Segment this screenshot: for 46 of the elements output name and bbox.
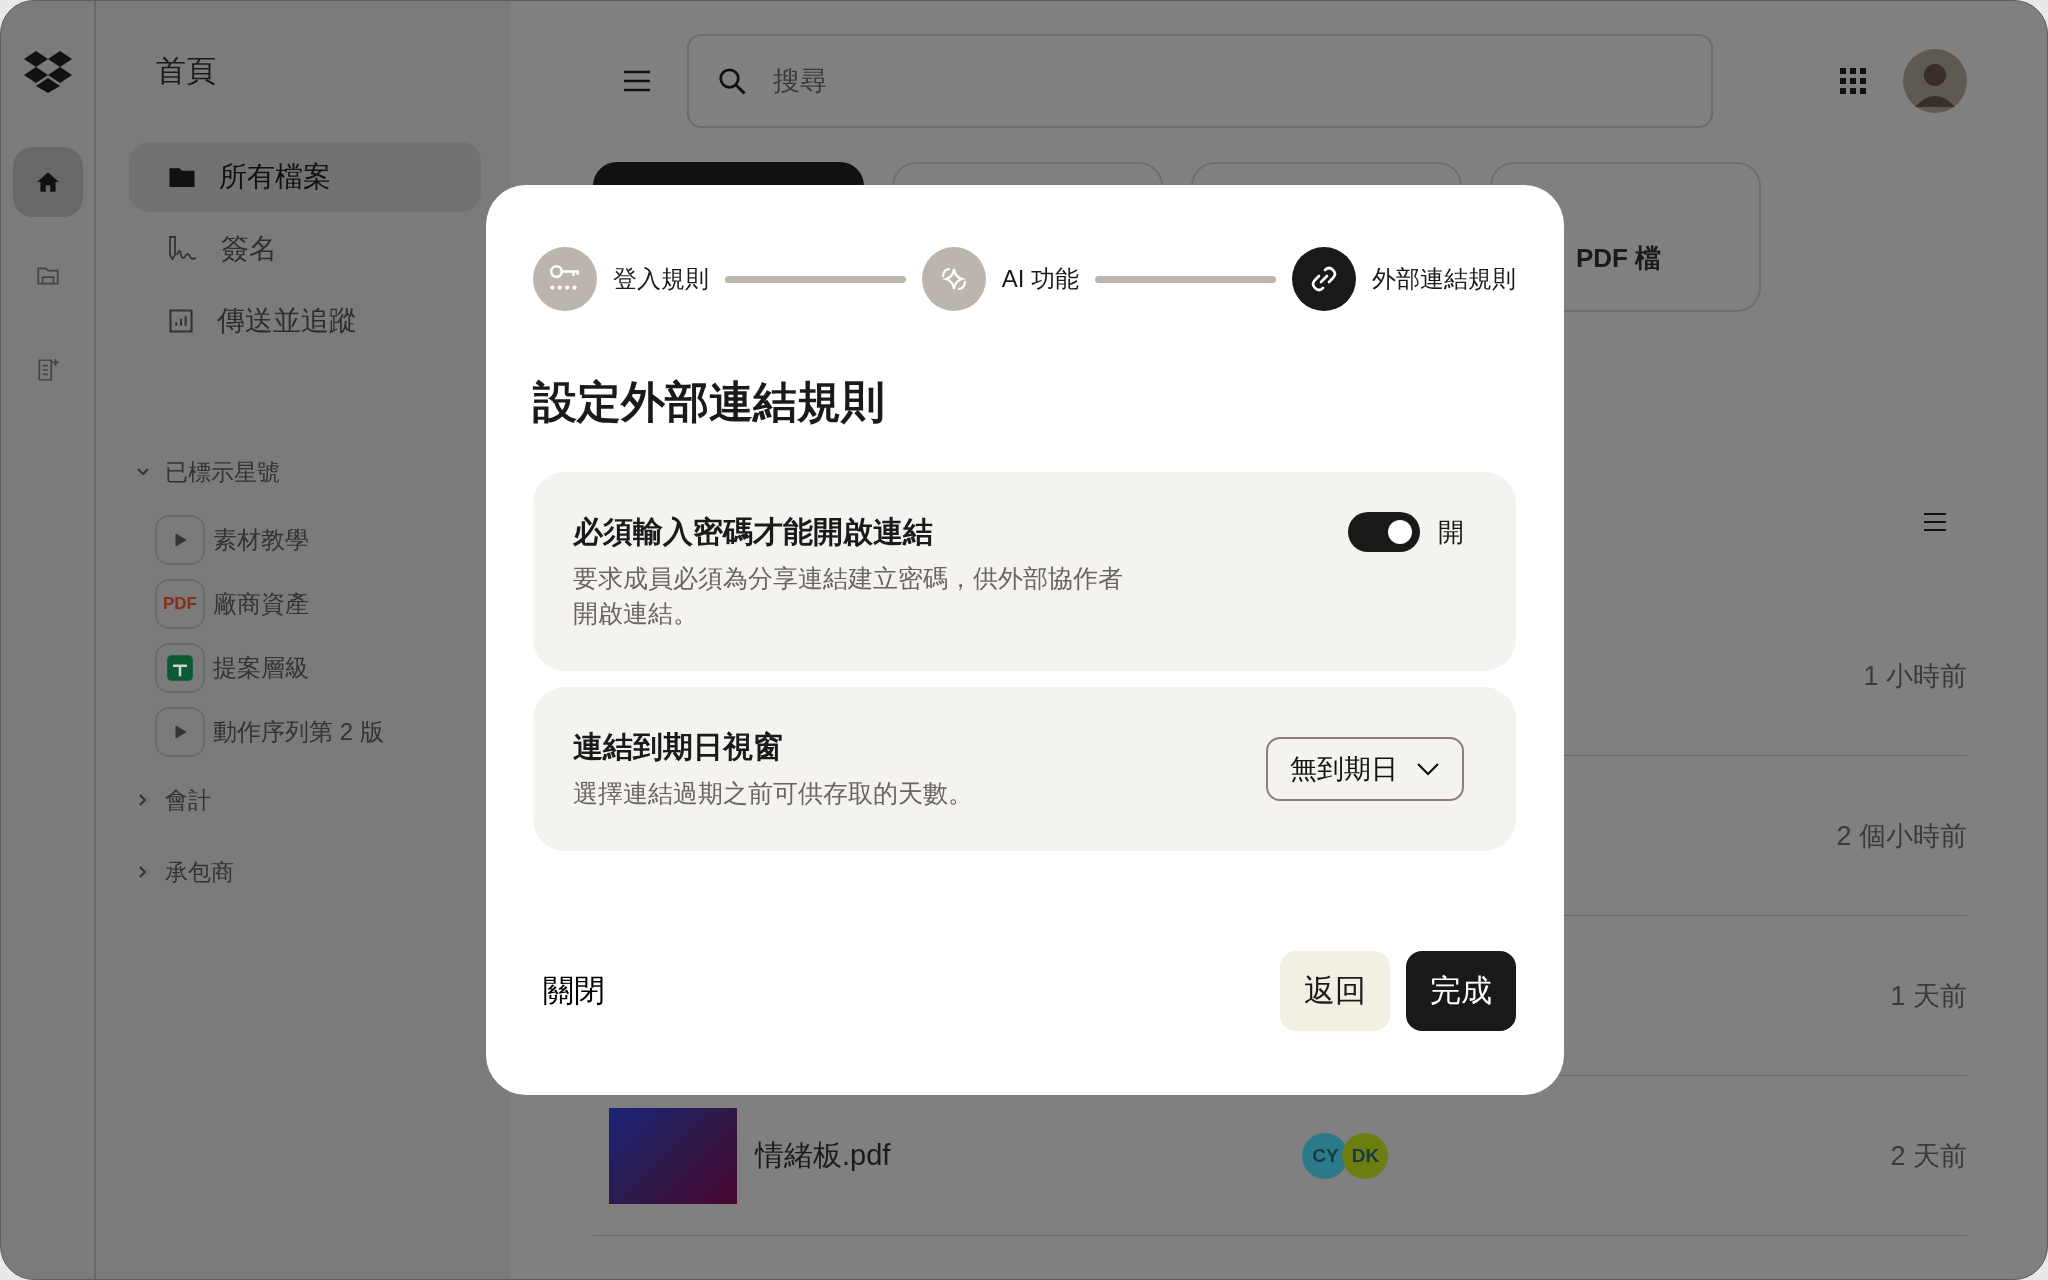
avatar-icon[interactable] <box>1903 49 1967 113</box>
starred-item[interactable]: PDF 廠商資產 <box>129 572 481 636</box>
expiry-dropdown[interactable]: 無到期日 <box>1266 737 1464 801</box>
toggle-label: 開 <box>1438 515 1464 549</box>
modified-time: 1 天前 <box>1890 979 1967 1013</box>
dialog-title: 設定外部連結規則 <box>533 376 886 428</box>
nav-item[interactable]: 所有檔案 <box>129 142 481 212</box>
section-label: 已標示星號 <box>165 457 280 487</box>
back-button[interactable]: 返回 <box>1280 951 1390 1031</box>
starred-item[interactable]: 素材教學 <box>129 508 481 572</box>
apps-grid-icon[interactable] <box>1839 67 1867 95</box>
page-title: 首頁 <box>155 53 217 89</box>
step-label: AI 功能 <box>1001 264 1080 294</box>
close-button[interactable]: 關閉 <box>533 951 629 1031</box>
search-icon <box>717 66 747 96</box>
section-label: 會計 <box>165 785 211 815</box>
dropbox-logo-icon[interactable] <box>23 51 72 93</box>
starred-item[interactable]: 提案層級 <box>129 636 481 700</box>
list-view-icon[interactable] <box>1923 512 1947 532</box>
file-type-label: PDF <box>163 594 197 614</box>
nav-section[interactable]: 會計 <box>129 764 481 836</box>
modified-time: 1 小時前 <box>1863 659 1967 693</box>
pen-signature-icon <box>167 235 199 263</box>
nav-section[interactable]: 已標示星號 <box>129 436 481 508</box>
setting-description: 要求成員必須為分享連結建立密碼，供外部協作者開啟連結。 <box>573 563 1124 629</box>
menu-icon[interactable] <box>623 69 651 93</box>
toggle-switch[interactable] <box>1348 512 1420 552</box>
file-name[interactable]: 情緒板.pdf <box>755 1135 891 1176</box>
chevron-down-icon <box>1416 762 1440 776</box>
chart-icon <box>167 307 195 335</box>
step-label: 登入規則 <box>613 264 709 294</box>
nav-item[interactable]: 簽名 <box>129 214 481 284</box>
setting-description: 選擇連結過期之前可供存取的天數。 <box>573 778 973 809</box>
section-label: 承包商 <box>165 857 234 887</box>
member-avatar: DK <box>1342 1132 1389 1179</box>
setting-title: 必須輸入密碼才能開啟連結 <box>573 514 934 550</box>
modified-time: 2 個小時前 <box>1836 819 1967 853</box>
nav-item[interactable]: 傳送並追蹤 <box>129 286 481 356</box>
modified-time: 2 天前 <box>1890 1139 1967 1173</box>
spreadsheet-icon <box>166 654 194 682</box>
setting-title: 連結到期日視窗 <box>573 729 784 765</box>
done-button[interactable]: 完成 <box>1406 951 1516 1031</box>
starred-item[interactable]: 動作序列第 2 版 <box>129 700 481 764</box>
nav-section[interactable]: 承包商 <box>129 836 481 908</box>
rail-button[interactable] <box>12 147 83 217</box>
search-field[interactable]: 搜尋 <box>687 34 1713 128</box>
